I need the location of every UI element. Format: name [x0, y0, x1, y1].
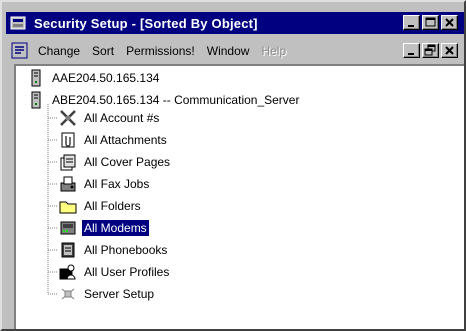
tree-item-label: ABE204.50.165.134 -- Communication_Serve… — [52, 93, 300, 107]
server-setup-icon — [61, 288, 75, 300]
cover-page-icon — [60, 154, 76, 171]
document-icon[interactable] — [10, 42, 30, 60]
tree-item-server-setup[interactable]: Server Setup — [58, 284, 156, 304]
tree-item-modems[interactable]: All Modems — [58, 218, 149, 238]
child-close-button[interactable] — [441, 43, 458, 58]
tree-item-server-aae[interactable]: AAE204.50.165.134 — [26, 68, 161, 88]
tree-item-fax-jobs[interactable]: All Fax Jobs — [58, 174, 151, 194]
menu-sort[interactable]: Sort — [92, 44, 114, 58]
tree-item-label: All Fax Jobs — [84, 177, 150, 191]
menu-permissions[interactable]: Permissions! — [126, 44, 195, 58]
phonebook-icon — [61, 242, 75, 258]
tree-item-label: All User Profiles — [84, 265, 170, 279]
window-title: Security Setup - [Sorted By Object] — [34, 15, 258, 31]
maximize-icon — [425, 17, 436, 27]
tree-item-attachments[interactable]: All Attachments — [58, 130, 169, 150]
tree-item-folders[interactable]: All Folders — [58, 196, 143, 216]
child-restore-button[interactable] — [422, 43, 439, 58]
folder-icon — [59, 201, 77, 214]
modem-icon — [60, 221, 76, 235]
tree-item-user-profiles[interactable]: All User Profiles — [58, 262, 171, 282]
tree-item-label: All Modems — [82, 220, 149, 236]
child-minimize-button[interactable] — [403, 43, 420, 58]
tree-item-server-abe[interactable]: ABE204.50.165.134 -- Communication_Serve… — [26, 90, 301, 110]
menu-bar: Change Sort Permissions! Window Help — [6, 40, 464, 62]
tree-item-account-numbers[interactable]: All Account #s — [58, 108, 161, 128]
tree-item-label: All Account #s — [84, 111, 160, 125]
tree-item-cover-pages[interactable]: All Cover Pages — [58, 152, 172, 172]
menu-window[interactable]: Window — [207, 44, 250, 58]
object-tree[interactable]: AAE204.50.165.134 ABE204.50.165.134 -- C… — [14, 64, 464, 329]
server-icon — [31, 69, 41, 87]
menu-help[interactable]: Help — [261, 44, 286, 58]
menu-change[interactable]: Change — [38, 44, 80, 58]
minimize-icon — [408, 53, 414, 55]
title-bar[interactable]: Security Setup - [Sorted By Object] — [6, 12, 464, 34]
tree-item-phonebooks[interactable]: All Phonebooks — [58, 240, 169, 260]
user-profile-icon — [59, 264, 76, 280]
maximize-button[interactable] — [422, 15, 439, 30]
tree-item-label: AAE204.50.165.134 — [52, 71, 160, 85]
fax-job-icon — [60, 176, 76, 192]
close-button[interactable] — [441, 15, 458, 30]
restore-icon — [424, 44, 436, 56]
tree-item-label: All Attachments — [84, 133, 167, 147]
security-setup-window: Security Setup - [Sorted By Object] Chan… — [0, 0, 466, 331]
attachment-icon — [61, 132, 75, 148]
close-icon — [445, 18, 454, 27]
tree-item-label: All Phonebooks — [84, 243, 168, 257]
minimize-icon — [408, 25, 414, 27]
app-icon — [10, 16, 26, 30]
account-icon — [60, 110, 76, 126]
tree-item-label: Server Setup — [84, 287, 155, 301]
tree-item-label: All Cover Pages — [84, 155, 171, 169]
minimize-button[interactable] — [403, 15, 420, 30]
tree-item-label: All Folders — [84, 199, 141, 213]
close-icon — [445, 46, 454, 55]
server-icon — [31, 91, 41, 109]
